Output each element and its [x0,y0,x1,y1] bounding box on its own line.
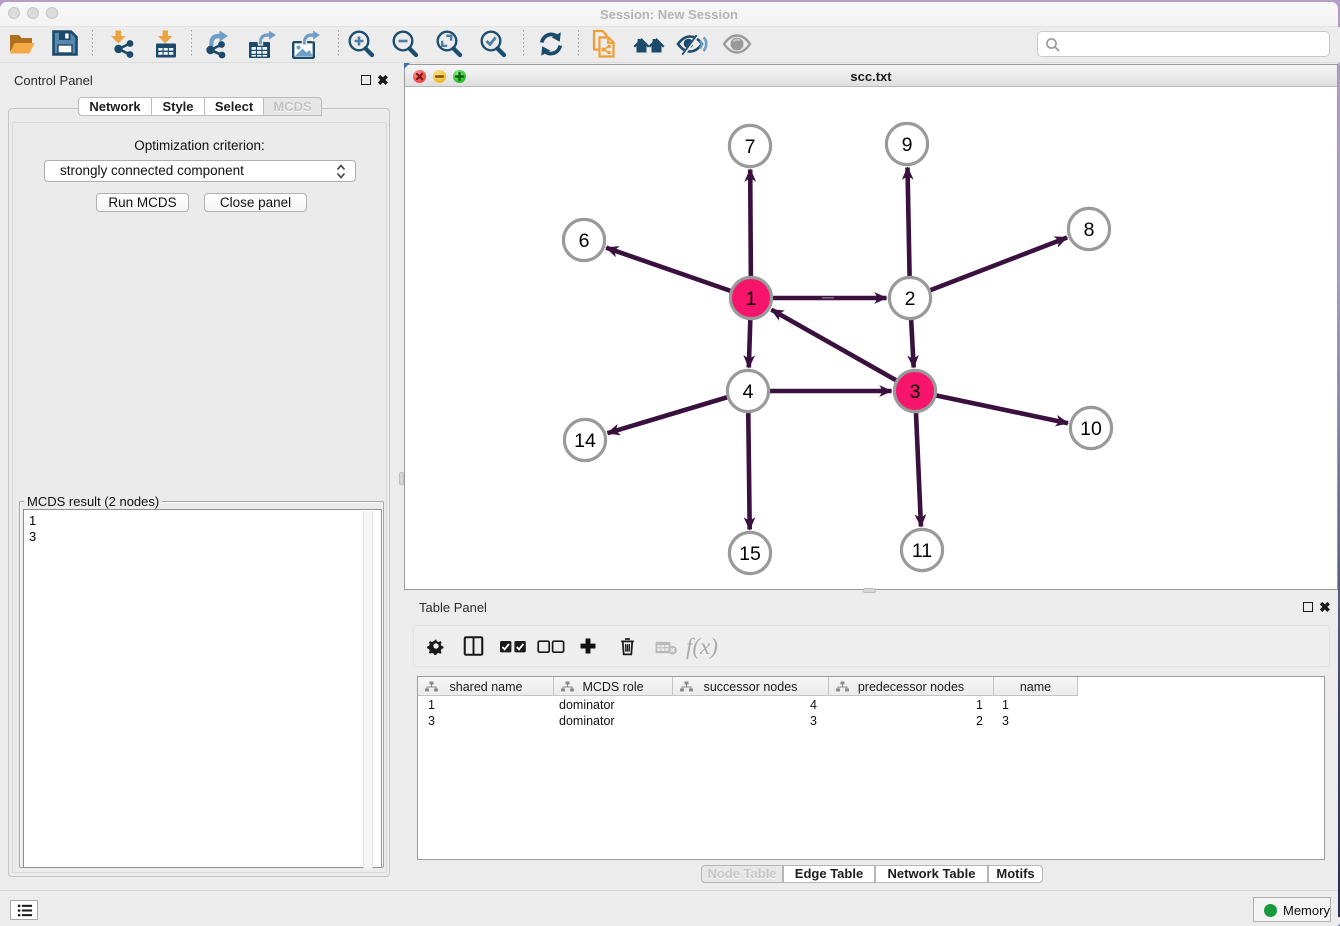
svg-text:6: 6 [579,230,590,252]
svg-text:11: 11 [912,540,932,562]
svg-text:10: 10 [1080,418,1102,440]
svg-text:1: 1 [746,288,757,310]
svg-text:15: 15 [739,543,761,565]
svg-text:8: 8 [1084,219,1095,241]
svg-text:7: 7 [745,136,756,158]
svg-text:14: 14 [574,430,596,452]
svg-text:3: 3 [910,381,921,403]
svg-text:9: 9 [902,134,913,156]
svg-text:2: 2 [905,288,916,310]
svg-text:4: 4 [743,381,754,403]
